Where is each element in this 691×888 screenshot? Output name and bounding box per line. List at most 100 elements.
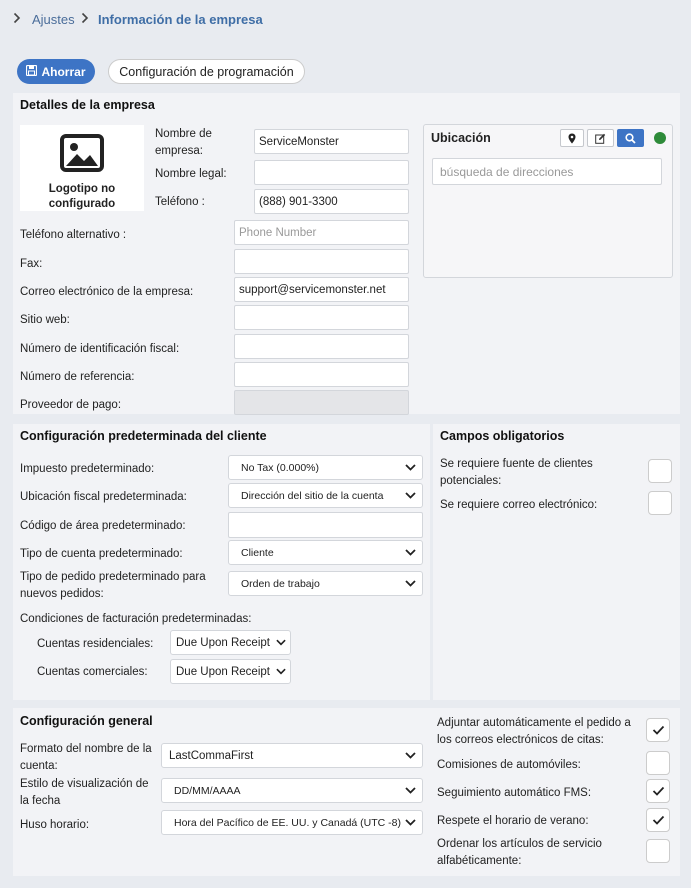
phone-label: Teléfono : — [155, 196, 205, 208]
location-title: Ubicación — [431, 131, 491, 145]
area-code-label: Código de área predeterminado: — [20, 520, 186, 532]
chevron-right-icon — [81, 11, 89, 27]
alt-phone-field[interactable]: Phone Number — [234, 220, 409, 245]
email-required-checkbox[interactable] — [648, 491, 672, 515]
chevron-down-icon — [405, 750, 416, 762]
default-tax-select[interactable]: No Tax (0.000%) — [228, 455, 423, 480]
daylight-saving-checkbox[interactable] — [646, 808, 670, 832]
chevron-down-icon — [276, 666, 286, 678]
lead-source-required-checkbox[interactable] — [648, 459, 672, 483]
area-code-field[interactable] — [228, 512, 423, 538]
map-pin-icon — [568, 133, 576, 143]
chevron-down-icon — [276, 637, 286, 649]
fax-label: Fax: — [20, 258, 43, 270]
date-format-value: DD/MM/AAAA — [174, 784, 241, 797]
account-type-value: Cliente — [241, 546, 274, 559]
account-type-label: Tipo de cuenta predeterminado: — [20, 548, 183, 560]
name-format-select[interactable]: LastCommaFirst — [161, 743, 423, 768]
auto-attach-checkbox[interactable] — [646, 718, 670, 742]
save-icon — [26, 64, 38, 79]
account-type-select[interactable]: Cliente — [228, 540, 423, 565]
location-box: Ubicación búsqueda de direcciones — [423, 124, 673, 278]
logo-placeholder[interactable]: Logotipo no configurado — [20, 125, 144, 211]
residential-terms-select[interactable]: Due Upon Receipt — [170, 630, 291, 655]
payment-provider-field — [234, 390, 409, 415]
sort-items-label: Ordenar los artículos de servicio alfabé… — [437, 838, 602, 867]
image-icon — [60, 134, 104, 175]
tax-location-select[interactable]: Dirección del sitio de la cuenta — [228, 483, 423, 508]
company-name-field[interactable]: ServiceMonster — [254, 129, 409, 154]
residential-terms-value: Due Upon Receipt — [176, 636, 270, 649]
company-details-title: Detalles de la empresa — [20, 98, 155, 112]
auto-commissions-checkbox[interactable] — [646, 751, 670, 775]
checkmark-icon — [652, 786, 664, 796]
timezone-label: Huso horario: — [20, 819, 90, 831]
commercial-terms-value: Due Upon Receipt — [176, 665, 270, 678]
timezone-value: Hora del Pacífico de EE. UU. y Canadá (U… — [174, 816, 402, 829]
company-name-label: Nombre de empresa: — [155, 128, 212, 157]
edit-location-button[interactable] — [587, 129, 614, 147]
chevron-right-icon — [13, 11, 21, 27]
chevron-down-icon — [405, 578, 416, 590]
fms-tracking-label: Seguimiento automático FMS: — [437, 787, 592, 799]
date-format-label: Estilo de visualización de la fecha — [20, 778, 149, 807]
name-format-value: LastCommaFirst — [169, 749, 254, 762]
address-search-input[interactable]: búsqueda de direcciones — [432, 158, 662, 185]
search-icon — [625, 132, 636, 144]
tax-id-label: Número de identificación fiscal: — [20, 343, 180, 355]
legal-name-field[interactable] — [254, 160, 409, 185]
date-format-select[interactable]: DD/MM/AAAA — [161, 778, 423, 803]
chevron-down-icon — [405, 785, 416, 797]
order-type-value: Orden de trabajo — [241, 577, 320, 590]
order-type-select[interactable]: Orden de trabajo — [228, 571, 423, 596]
order-type-label: Tipo de pedido predeterminado para nuevo… — [20, 571, 206, 600]
commercial-label: Cuentas comerciales: — [37, 666, 148, 678]
logo-text: Logotipo no configurado — [48, 183, 116, 210]
payment-provider-label: Proveedor de pago: — [20, 399, 122, 411]
tax-id-field[interactable] — [234, 334, 409, 359]
breadcrumb: Ajustes Información de la empresa — [0, 0, 691, 40]
general-settings-title: Configuración general — [20, 714, 153, 728]
email-field[interactable]: support@servicemonster.net — [234, 277, 409, 302]
search-location-button[interactable] — [617, 129, 644, 147]
website-label: Sitio web: — [20, 314, 70, 326]
legal-name-label: Nombre legal: — [155, 168, 227, 180]
email-label: Correo electrónico de la empresa: — [20, 286, 194, 298]
chevron-down-icon — [405, 462, 416, 474]
reference-number-field[interactable] — [234, 362, 409, 387]
chevron-down-icon — [405, 547, 416, 559]
website-field[interactable] — [234, 305, 409, 330]
alt-phone-label: Teléfono alternativo : — [20, 229, 127, 241]
reference-number-label: Número de referencia: — [20, 371, 135, 383]
breadcrumb-link-ajustes[interactable]: Ajustes — [32, 12, 75, 27]
tax-location-value: Dirección del sitio de la cuenta — [241, 489, 384, 502]
default-tax-value: No Tax (0.000%) — [241, 461, 320, 474]
page-title: Información de la empresa — [98, 12, 263, 27]
save-button-label: Ahorrar — [41, 64, 86, 79]
commercial-terms-select[interactable]: Due Upon Receipt — [170, 659, 291, 684]
tax-location-label: Ubicación fiscal predeterminada: — [20, 491, 187, 503]
edit-icon — [595, 133, 606, 144]
save-button[interactable]: Ahorrar — [17, 59, 95, 84]
status-indicator — [654, 132, 666, 144]
auto-commissions-label: Comisiones de automóviles: — [437, 759, 581, 771]
checkmark-icon — [652, 815, 664, 825]
residential-label: Cuentas residenciales: — [37, 638, 154, 650]
email-required-label: Se requiere correo electrónico: — [440, 499, 598, 511]
billing-terms-label: Condiciones de facturación predeterminad… — [20, 613, 252, 625]
auto-attach-label: Adjuntar automáticamente el pedido a los… — [437, 717, 631, 746]
phone-field[interactable]: (888) 901-3300 — [254, 189, 409, 214]
name-format-label: Formato del nombre de la cuenta: — [20, 743, 152, 772]
default-tax-label: Impuesto predeterminado: — [20, 463, 155, 475]
map-pin-button[interactable] — [560, 129, 584, 147]
checkmark-icon — [652, 725, 664, 735]
fms-tracking-checkbox[interactable] — [646, 779, 670, 803]
chevron-down-icon — [405, 490, 416, 502]
customer-defaults-title: Configuración predeterminada del cliente — [20, 429, 267, 443]
fax-field[interactable] — [234, 249, 409, 274]
required-fields-title: Campos obligatorios — [440, 429, 565, 443]
schedule-settings-button[interactable]: Configuración de programación — [108, 59, 305, 84]
timezone-select[interactable]: Hora del Pacífico de EE. UU. y Canadá (U… — [161, 810, 423, 835]
sort-items-checkbox[interactable] — [646, 839, 670, 863]
daylight-saving-label: Respete el horario de verano: — [437, 815, 589, 827]
